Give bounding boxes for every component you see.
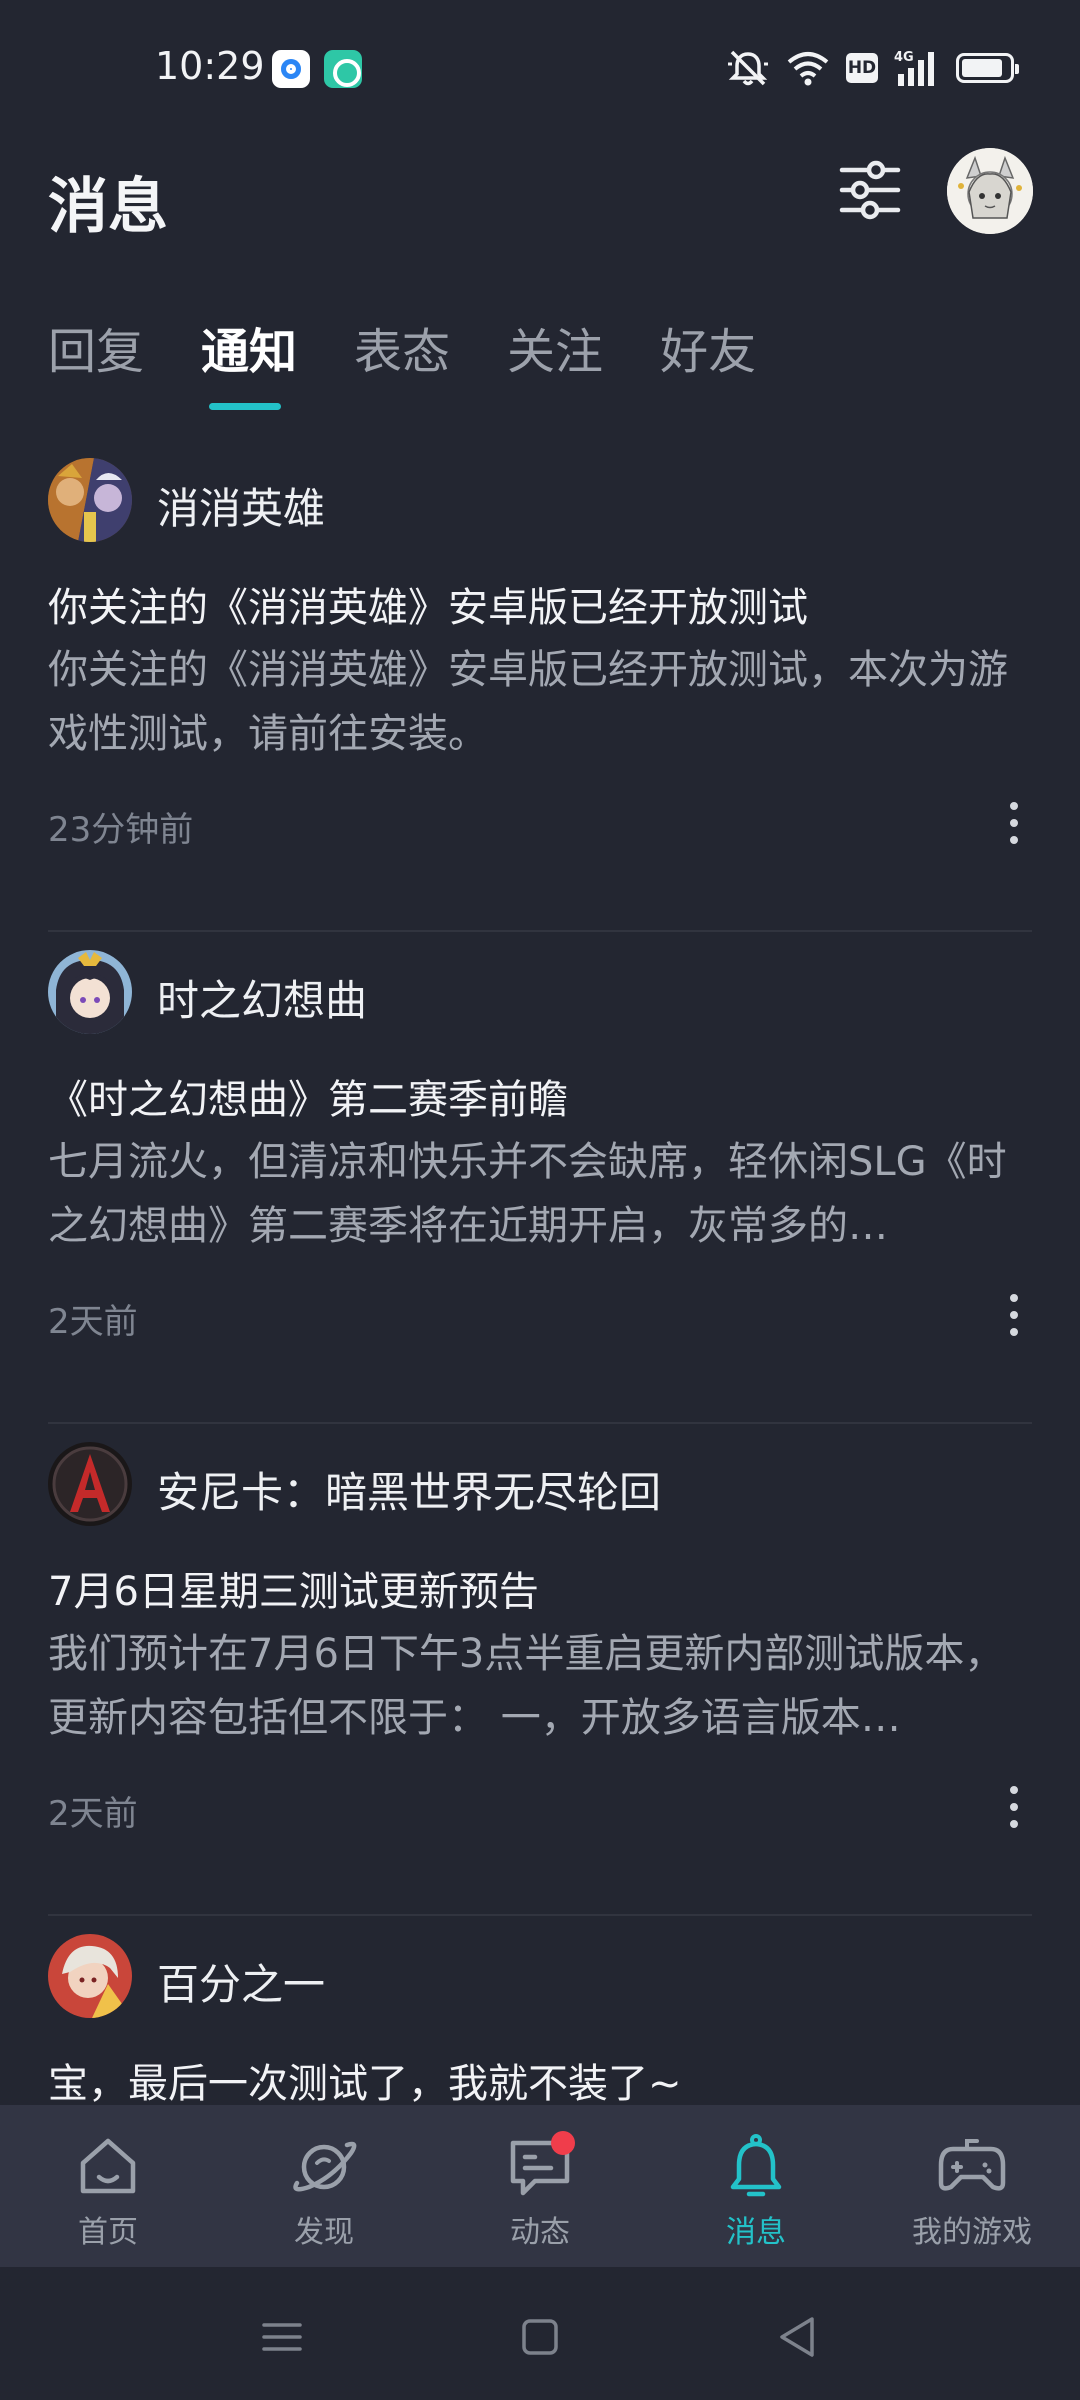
wifi-icon bbox=[787, 52, 829, 86]
list-item[interactable]: 安尼卡：暗黑世界无尽轮回 7月6日星期三测试更新预告 我们预计在7月6日下午3点… bbox=[0, 1424, 1080, 1916]
game-avatar[interactable] bbox=[48, 458, 132, 542]
status-icons: HD 4G bbox=[726, 48, 1019, 88]
notification-title: 你关注的《消消英雄》安卓版已经开放测试 bbox=[48, 585, 808, 631]
game-name[interactable]: 百分之一 bbox=[157, 1951, 325, 2012]
notification-title: 7月6日星期三测试更新预告 bbox=[48, 1569, 539, 1615]
notification-time: 2天前 bbox=[48, 1302, 138, 1342]
nav-my-games[interactable]: 我的游戏 bbox=[864, 2105, 1080, 2267]
notification-time: 2天前 bbox=[48, 1794, 138, 1834]
planet-icon bbox=[293, 2141, 357, 2192]
chat-icon-wrap bbox=[505, 2131, 575, 2201]
active-tab-indicator bbox=[209, 403, 281, 410]
notification-time: 23分钟前 bbox=[48, 810, 194, 850]
list-item[interactable]: 消消英雄 你关注的《消消英雄》安卓版已经开放测试 你关注的《消消英雄》安卓版已经… bbox=[0, 440, 1080, 932]
menu-icon[interactable] bbox=[252, 2307, 312, 2367]
more-options-icon[interactable] bbox=[996, 796, 1032, 850]
message-tabs: 回复 通知 表态 关注 好友 bbox=[48, 312, 756, 382]
gamepad-icon bbox=[938, 2139, 1006, 2191]
notification-title: 宝，最后一次测试了，我就不装了~ bbox=[48, 2061, 682, 2105]
app-notification-icon bbox=[272, 50, 310, 88]
game-name[interactable]: 安尼卡：暗黑世界无尽轮回 bbox=[157, 1459, 661, 1520]
more-options-icon[interactable] bbox=[996, 1780, 1032, 1834]
filter-button[interactable] bbox=[838, 158, 902, 222]
unread-badge bbox=[551, 2131, 575, 2155]
page-title: 消息 bbox=[48, 172, 168, 242]
game-avatar[interactable] bbox=[48, 1442, 132, 1526]
nav-label: 首页 bbox=[78, 2215, 138, 2250]
battery-icon bbox=[956, 53, 1019, 83]
bell-icon bbox=[730, 2134, 782, 2197]
avatar-image bbox=[947, 148, 1033, 234]
nav-messages[interactable]: 消息 bbox=[648, 2105, 864, 2267]
nav-label: 动态 bbox=[510, 2215, 570, 2250]
tab-reaction[interactable]: 表态 bbox=[354, 312, 450, 382]
bottom-navigation: 首页 发现 动态 消息 我的游戏 bbox=[0, 2105, 1080, 2267]
home-square-icon[interactable] bbox=[510, 2307, 570, 2367]
game-name[interactable]: 消消英雄 bbox=[157, 475, 325, 536]
tab-notification[interactable]: 通知 bbox=[201, 312, 297, 382]
app-notification-icon bbox=[324, 50, 362, 88]
list-item[interactable]: 百分之一 宝，最后一次测试了，我就不装了~ bbox=[0, 1916, 1080, 2105]
nav-label: 消息 bbox=[726, 2215, 786, 2250]
notification-title: 《时之幻想曲》第二赛季前瞻 bbox=[48, 1077, 568, 1123]
notification-list[interactable]: 消消英雄 你关注的《消消英雄》安卓版已经开放测试 你关注的《消消英雄》安卓版已经… bbox=[0, 440, 1080, 2105]
more-options-icon[interactable] bbox=[996, 1288, 1032, 1342]
notification-body: 七月流火，但清凉和快乐并不会缺席，轻休闲SLG《时之幻想曲》第二赛季将在近期开启… bbox=[48, 1139, 1007, 1249]
back-icon[interactable] bbox=[768, 2307, 828, 2367]
notification-body: 我们预计在7月6日下午3点半重启更新内部测试版本，更新内容包括但不限于： 一，开… bbox=[48, 1631, 1005, 1741]
user-avatar[interactable] bbox=[947, 148, 1033, 234]
list-item[interactable]: 时之幻想曲 《时之幻想曲》第二赛季前瞻 七月流火，但清凉和快乐并不会缺席，轻休闲… bbox=[0, 932, 1080, 1424]
nav-home[interactable]: 首页 bbox=[0, 2105, 216, 2267]
svg-text:4G: 4G bbox=[894, 50, 914, 65]
status-time: 10:29 bbox=[155, 44, 265, 88]
tab-reply[interactable]: 回复 bbox=[48, 312, 144, 382]
nav-activity[interactable]: 动态 bbox=[432, 2105, 648, 2267]
nav-label: 发现 bbox=[294, 2215, 354, 2250]
game-name[interactable]: 时之幻想曲 bbox=[157, 967, 367, 1028]
game-avatar[interactable] bbox=[48, 950, 132, 1034]
signal-4g-icon: 4G bbox=[894, 50, 934, 86]
tab-friends[interactable]: 好友 bbox=[660, 312, 756, 382]
home-icon bbox=[80, 2138, 136, 2194]
tab-follow[interactable]: 关注 bbox=[507, 312, 603, 382]
mute-icon bbox=[728, 50, 768, 86]
game-avatar[interactable] bbox=[48, 1934, 132, 2018]
filter-sliders-icon bbox=[839, 160, 901, 220]
system-navigation bbox=[0, 2267, 1080, 2400]
status-bar: 10:29 HD 4G bbox=[0, 0, 1080, 135]
nav-discover[interactable]: 发现 bbox=[216, 2105, 432, 2267]
nav-label: 我的游戏 bbox=[912, 2215, 1032, 2250]
notification-body: 你关注的《消消英雄》安卓版已经开放测试，本次为游戏性测试，请前往安装。 bbox=[48, 647, 1008, 757]
hd-icon: HD bbox=[846, 53, 878, 83]
